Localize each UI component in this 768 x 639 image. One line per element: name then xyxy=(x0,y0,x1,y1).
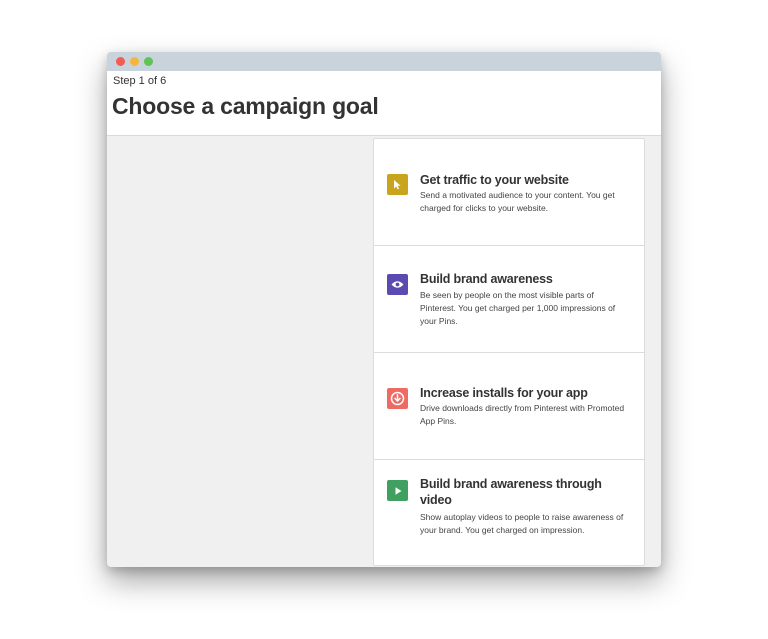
goal-title: Build brand awareness through video xyxy=(420,477,602,507)
goal-option-traffic[interactable]: Get traffic to your website Send a motiv… xyxy=(374,139,644,246)
page-title: Choose a campaign goal xyxy=(112,93,379,119)
minimize-window-button[interactable] xyxy=(130,57,139,66)
goal-title: Increase installs for your app xyxy=(420,386,588,400)
maximize-window-button[interactable] xyxy=(144,57,153,66)
title-bar xyxy=(107,52,661,71)
app-window: Step 1 of 6 Choose a campaign goal Get t… xyxy=(107,52,661,567)
step-indicator: Step 1 of 6 xyxy=(113,75,167,87)
goal-description: Send a motivated audience to your conten… xyxy=(420,190,615,213)
goal-description: Be seen by people on the most visible pa… xyxy=(420,290,616,326)
goal-description: Drive downloads directly from Pinterest … xyxy=(420,403,625,426)
play-icon xyxy=(387,480,408,501)
campaign-goal-list: Get traffic to your website Send a motiv… xyxy=(373,138,645,566)
goal-option-brand-awareness[interactable]: Build brand awareness Be seen by people … xyxy=(374,246,644,353)
page-header: Step 1 of 6 Choose a campaign goal xyxy=(107,71,661,136)
goal-title: Get traffic to your website xyxy=(420,173,569,187)
goal-option-app-installs[interactable]: Increase installs for your app Drive dow… xyxy=(374,353,644,460)
close-window-button[interactable] xyxy=(116,57,125,66)
goal-title: Build brand awareness xyxy=(420,272,553,286)
goal-option-video-awareness[interactable]: Build brand awareness through video Show… xyxy=(374,460,644,565)
download-icon xyxy=(387,388,408,409)
cursor-icon xyxy=(387,174,408,195)
goal-description: Show autoplay videos to people to raise … xyxy=(420,512,624,535)
eye-icon xyxy=(387,274,408,295)
